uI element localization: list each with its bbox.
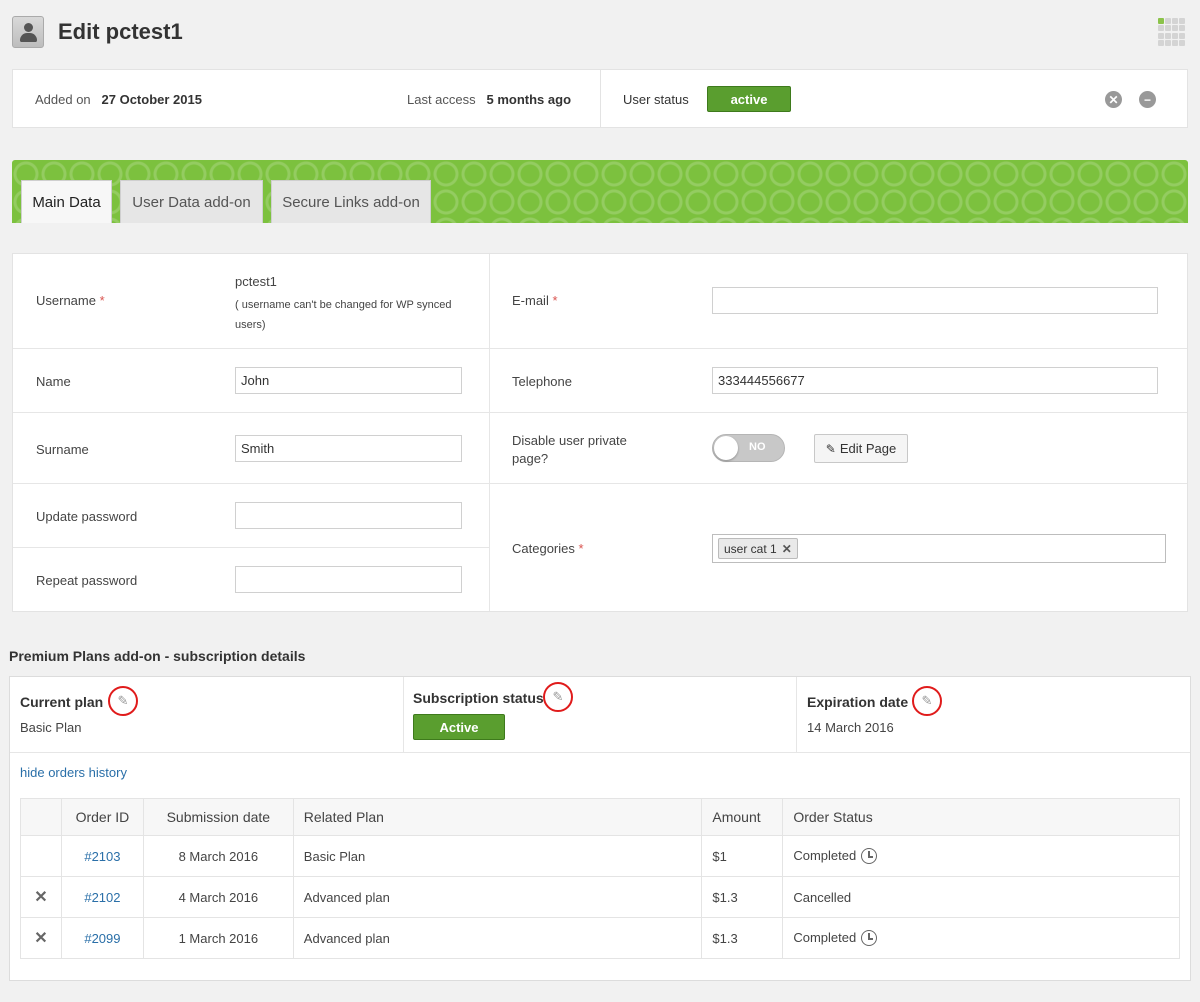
update-password-field[interactable] [235,502,462,529]
orders-table: Order ID Submission date Related Plan Am… [20,798,1180,959]
table-header-row: Order ID Submission date Related Plan Am… [20,798,1180,836]
related-plan-cell: Basic Plan [292,835,703,877]
delete-order-icon[interactable]: ✕ [20,876,62,918]
table-header-amount: Amount [701,798,784,836]
delete-order-icon[interactable]: ✕ [20,917,62,959]
added-on-label: Added on [35,92,91,107]
table-header-action [20,798,62,836]
category-chip-label: user cat 1 [724,541,777,556]
order-status-cell: Completed [782,917,1180,959]
last-access-value: 5 months ago [486,92,572,107]
username-note: ( username can't be changed for WP synce… [235,299,452,331]
submission-date-cell: 4 March 2016 [142,876,294,918]
tab-secure-links-addon[interactable]: Secure Links add-on [271,180,431,223]
disable-private-page-toggle[interactable]: NO [712,434,785,462]
expiration-date-label: Expiration date [807,694,909,710]
expiration-date-value: 14 March 2016 [807,720,894,735]
surname-field[interactable] [235,435,462,462]
username-value: pctest1 [235,274,277,289]
order-status-text: Cancelled [793,889,852,905]
edit-expiration-pencil-icon[interactable]: ✎ [912,686,942,716]
edit-icon: ✎ [825,441,836,456]
edit-page-button[interactable]: ✎ Edit Page [814,434,908,463]
repeat-password-label: Repeat password [36,573,138,588]
repeat-password-field[interactable] [235,566,462,593]
email-label: E-mail * [512,293,558,308]
telephone-field[interactable] [712,367,1158,394]
subscription-status-label: Subscription status [413,690,544,706]
tab-main-data[interactable]: Main Data [21,180,112,223]
clock-icon[interactable] [861,848,878,865]
hide-orders-history-link[interactable]: hide orders history [20,765,127,780]
update-password-label: Update password [36,509,138,524]
order-id-link[interactable]: #2099 [84,931,120,946]
telephone-label: Telephone [512,374,572,389]
table-row: ✕ #2102 4 March 2016 Advanced plan $1.3 … [20,876,1180,918]
order-id-link[interactable]: #2103 [84,849,120,864]
order-id-cell: #2099 [60,917,144,959]
added-on: Added on 27 October 2015 [35,92,202,107]
amount-cell: $1.3 [701,917,784,959]
plugin-logo-icon [1158,18,1186,46]
toggle-state-text: NO [749,441,766,453]
username-label: Username * [36,293,105,308]
order-status-cell: Cancelled [782,876,1180,918]
category-chip: user cat 1 ✕ [718,538,798,559]
table-row: #2103 8 March 2016 Basic Plan $1 Complet… [20,835,1180,877]
order-id-link[interactable]: #2102 [84,890,120,905]
related-plan-cell: Advanced plan [292,917,703,959]
last-access: Last access 5 months ago [407,92,571,107]
table-header-related-plan: Related Plan [292,798,703,836]
premium-plans-panel: Current plan ✎ Basic Plan Subscription s… [9,676,1191,981]
submission-date-cell: 8 March 2016 [142,835,294,877]
last-access-label: Last access [407,92,476,107]
surname-label: Surname [36,442,89,457]
page-header: Edit pctest1 [12,12,183,52]
row-action-cell [20,835,62,877]
edit-page-label: Edit Page [839,441,897,456]
disable-private-page-label: Disable user private page? [512,433,627,466]
amount-cell: $1 [701,835,784,877]
order-id-cell: #2102 [60,876,144,918]
table-header-order-id: Order ID [60,798,144,836]
name-field[interactable] [235,367,462,394]
order-id-cell: #2103 [60,835,144,877]
related-plan-cell: Advanced plan [292,876,703,918]
amount-cell: $1.3 [701,876,784,918]
clock-icon[interactable] [861,930,878,947]
user-status-label: User status [623,92,689,107]
submission-date-cell: 1 March 2016 [142,917,294,959]
edit-plan-pencil-icon[interactable]: ✎ [108,686,138,716]
added-on-value: 27 October 2015 [101,92,202,107]
user-form: Username * pctest1 ( username can't be c… [12,253,1188,612]
subscription-status-badge: Active [413,714,505,740]
delete-user-icon[interactable]: ✕ [1105,91,1122,108]
name-label: Name [36,374,71,389]
user-icon [12,16,44,48]
order-status-text: Completed [793,847,857,863]
disable-user-icon[interactable]: − [1139,91,1156,108]
current-plan-value: Basic Plan [20,720,82,735]
categories-label: Categories * [512,541,584,556]
tab-user-data-addon[interactable]: User Data add-on [120,180,263,223]
page-title: Edit pctest1 [58,19,183,44]
divider [600,70,601,127]
edit-status-pencil-icon[interactable]: ✎ [543,682,573,712]
table-header-order-status: Order Status [782,798,1180,836]
user-status-toggle[interactable]: active [707,86,791,112]
table-header-submission-date: Submission date [142,798,294,836]
user-info-bar: Added on 27 October 2015 Last access 5 m… [12,69,1188,128]
premium-plans-title: Premium Plans add-on - subscription deta… [9,648,306,664]
current-plan-label: Current plan [20,694,104,710]
order-status-text: Completed [793,929,857,945]
order-status-cell: Completed [782,835,1180,877]
email-field[interactable] [712,287,1158,314]
remove-category-icon[interactable]: ✕ [782,542,792,556]
categories-select[interactable]: user cat 1 ✕ [712,534,1166,563]
tab-bar: Main Data User Data add-on Secure Links … [12,160,1188,223]
table-row: ✕ #2099 1 March 2016 Advanced plan $1.3 … [20,917,1180,959]
